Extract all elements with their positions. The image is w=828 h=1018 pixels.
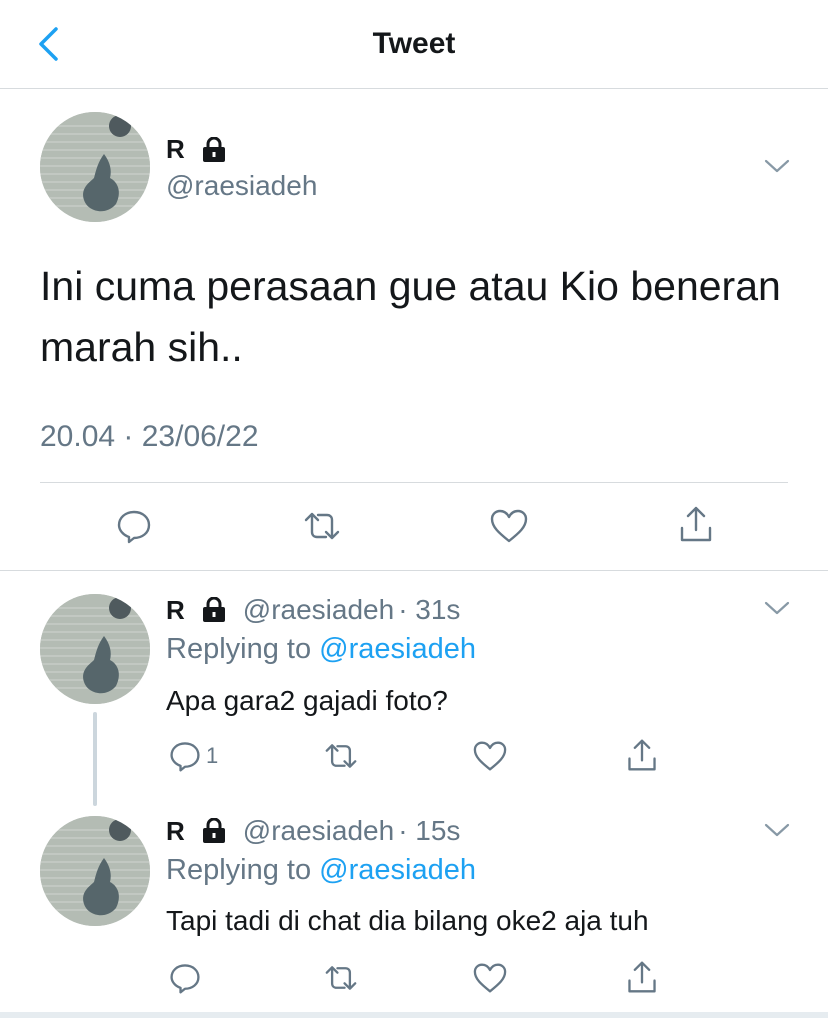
like-button[interactable] [469,736,511,776]
heart-icon [490,509,528,543]
reply-button[interactable] [168,958,208,998]
bottom-divider [0,1012,828,1018]
replying-to: Replying to @raesiadeh [166,633,786,666]
divider [0,570,828,571]
tweet-text: Tapi tadi di chat dia bilang oke2 aja tu… [166,905,649,936]
share-button[interactable] [622,956,662,998]
comment-icon [170,742,200,772]
avatar-image [40,112,150,222]
like-button[interactable] [486,504,532,548]
chevron-down-icon [764,159,790,173]
share-icon [628,739,656,771]
divider [40,482,788,483]
replying-to-label: Replying to [166,854,320,886]
avatar[interactable] [40,112,150,222]
retweet-button[interactable] [318,736,364,776]
author-handle[interactable]: @raesiadeh [166,170,317,202]
thread-line [93,712,97,806]
like-button[interactable] [469,958,511,998]
lock-icon [202,818,225,843]
reply-count: 1 [206,743,219,768]
tweet-age: · 31s [398,594,461,625]
share-icon [680,506,712,542]
author-handle[interactable]: @raesiadeh [243,815,394,847]
tweet-timestamp: 20.04 · 23/06/22 [40,420,259,453]
share-icon [628,961,656,993]
share-button[interactable] [622,734,662,776]
retweet-icon [325,966,357,990]
lock-icon [202,597,225,622]
share-button[interactable] [674,502,718,546]
comment-icon [117,510,151,544]
tweet-menu-button[interactable] [762,820,792,840]
chevron-down-icon [764,601,790,615]
tweet-text: Ini cuma perasaan gue atau Kio beneran m… [40,263,781,370]
avatar-image [40,594,150,704]
avatar[interactable] [40,816,150,926]
retweet-icon [325,744,357,768]
retweet-button[interactable] [296,504,348,548]
tweet-menu-button[interactable] [762,156,792,176]
comment-icon [170,964,200,994]
nav-header: Tweet [0,0,828,89]
heart-icon [473,963,507,993]
author-handle[interactable]: @raesiadeh [243,594,394,626]
author-name[interactable]: R [166,816,185,847]
replying-to: Replying to @raesiadeh [166,854,786,887]
chevron-down-icon [764,823,790,837]
tweet-age: · 15s [398,815,461,846]
heart-icon [473,741,507,771]
avatar-image [40,816,150,926]
lock-icon [202,136,225,162]
retweet-button[interactable] [318,958,364,998]
replying-to-label: Replying to [166,633,320,665]
tweet-menu-button[interactable] [762,598,792,618]
reply-button[interactable] [112,504,156,548]
mention-link[interactable]: @raesiadeh [319,854,476,886]
reply-button[interactable]: 1 [168,736,228,776]
author-name[interactable]: R [166,595,185,626]
retweet-icon [304,512,340,540]
author-name[interactable]: R [166,134,185,165]
avatar[interactable] [40,594,150,704]
page-title: Tweet [372,27,456,60]
mention-link[interactable]: @raesiadeh [319,633,476,665]
tweet-text: Apa gara2 gajadi foto? [166,685,448,716]
